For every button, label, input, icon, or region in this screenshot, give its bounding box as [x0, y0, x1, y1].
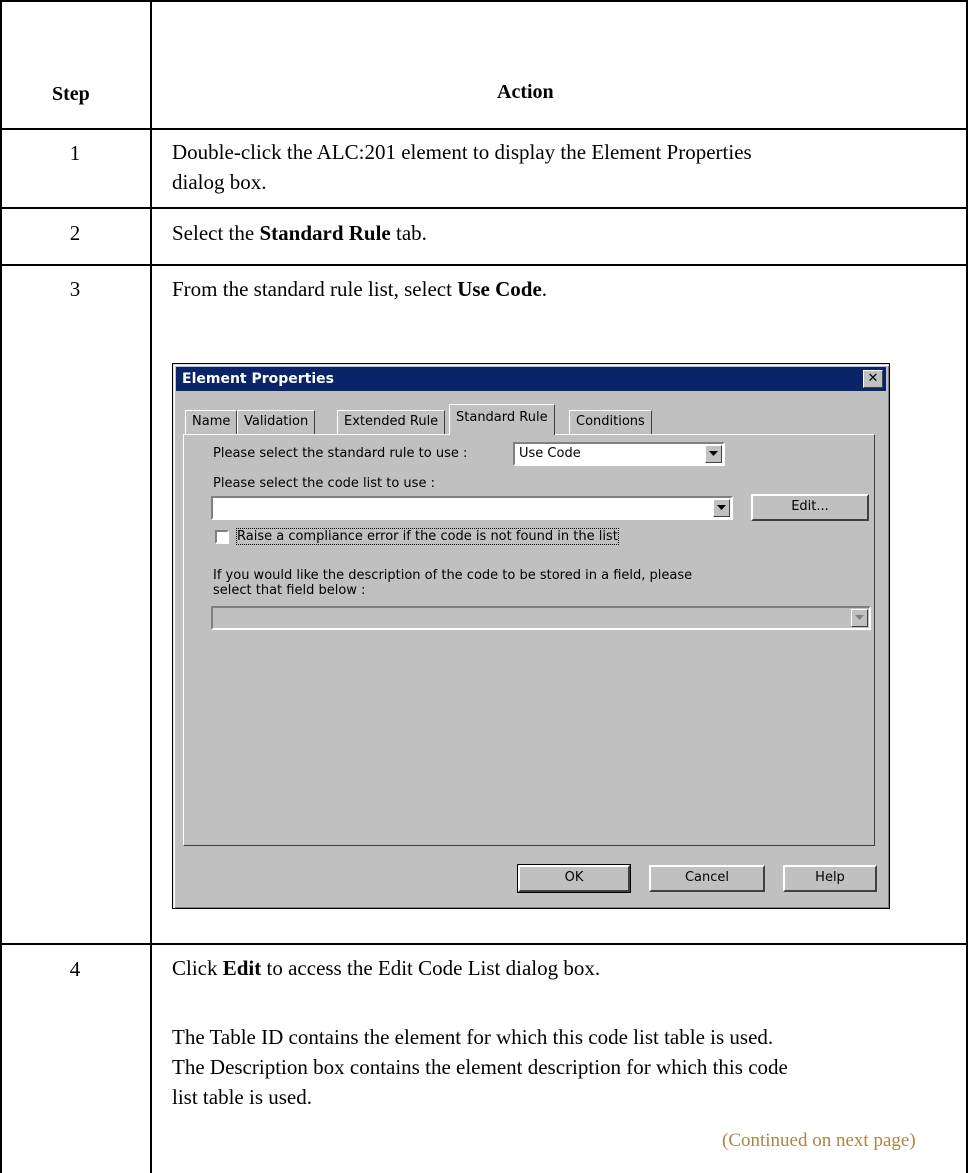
- step-number: 2: [69, 221, 81, 245]
- header-step: Step: [52, 83, 90, 105]
- rule-select[interactable]: Use Code: [513, 442, 725, 466]
- dialog-titlebar: Element Properties ✕: [176, 367, 886, 391]
- close-icon: ✕: [867, 371, 879, 386]
- description-line: select that field below :: [213, 583, 366, 598]
- step-1-line2: dialog box.: [172, 170, 267, 194]
- description-instructions: If you would like the description of the…: [213, 568, 692, 598]
- row-divider: [0, 264, 968, 266]
- tab-extended-rule[interactable]: Extended Rule: [337, 410, 446, 434]
- step-2-post: tab.: [390, 221, 427, 245]
- step-3-pre: From the standard rule list, select: [172, 277, 458, 301]
- description-field-select[interactable]: [211, 606, 871, 630]
- codelist-label: Please select the code list to use :: [213, 476, 435, 491]
- step-4-paragraph: The Table ID contains the element for wh…: [172, 1022, 788, 1112]
- step-3-bold: Use Code: [457, 277, 542, 301]
- tab-validation[interactable]: Validation: [237, 410, 316, 434]
- step-4-text: Click Edit to access the Edit Code List …: [172, 953, 600, 983]
- dropdown-button: [851, 609, 868, 627]
- table-border-left: [0, 0, 2, 1173]
- help-button[interactable]: Help: [783, 865, 877, 892]
- step-4-pre: Click: [172, 956, 223, 980]
- table-column-divider: [150, 0, 152, 1173]
- chevron-down-icon: [717, 505, 726, 510]
- row-divider: [0, 128, 968, 130]
- step-1-text: Double-click the ALC:201 element to disp…: [172, 137, 752, 197]
- step-2-text: Select the Standard Rule tab.: [172, 218, 427, 248]
- compliance-checkbox[interactable]: [215, 530, 229, 544]
- compliance-checkbox-label[interactable]: Raise a compliance error if the code is …: [236, 528, 619, 545]
- description-line: If you would like the description of the…: [213, 568, 693, 583]
- row-divider: [0, 943, 968, 945]
- ok-button[interactable]: OK: [517, 864, 631, 893]
- edit-button[interactable]: Edit...: [751, 494, 869, 521]
- step-1-line1: Double-click the ALC:201 element to disp…: [172, 140, 752, 164]
- dropdown-button[interactable]: [713, 499, 730, 517]
- step-3-post: .: [541, 277, 548, 301]
- header-action: Action: [497, 81, 554, 103]
- tab-standard-rule[interactable]: Standard Rule: [449, 404, 555, 435]
- step-number: 3: [69, 277, 81, 301]
- step-4-post: to access the Edit Code List dialog box.: [261, 956, 601, 980]
- tab-name[interactable]: Name: [185, 410, 238, 434]
- step-2-bold: Standard Rule: [259, 221, 391, 245]
- paragraph-line: The Table ID contains the element for wh…: [172, 1025, 774, 1049]
- step-number: 4: [69, 957, 81, 981]
- tab-conditions[interactable]: Conditions: [569, 410, 652, 434]
- step-3-text: From the standard rule list, select Use …: [172, 274, 547, 304]
- row-divider: [0, 207, 968, 209]
- chevron-down-icon: [855, 615, 864, 620]
- rule-select-value: Use Code: [519, 446, 581, 461]
- dropdown-button[interactable]: [705, 445, 722, 463]
- step-4-bold: Edit: [222, 956, 262, 980]
- step-number: 1: [69, 141, 81, 165]
- rule-label: Please select the standard rule to use :: [213, 446, 468, 461]
- continued-note: (Continued on next page): [722, 1130, 916, 1151]
- codelist-select[interactable]: [211, 496, 733, 520]
- paragraph-line: The Description box contains the element…: [172, 1055, 788, 1079]
- paragraph-line: list table is used.: [172, 1085, 312, 1109]
- step-2-pre: Select the: [172, 221, 260, 245]
- element-properties-dialog: Element Properties ✕ Name Validation Ext…: [172, 363, 890, 909]
- close-button[interactable]: ✕: [863, 370, 883, 388]
- chevron-down-icon: [709, 451, 718, 456]
- dialog-title: Element Properties: [182, 371, 334, 387]
- table-border-top: [0, 0, 968, 2]
- cancel-button[interactable]: Cancel: [649, 865, 765, 892]
